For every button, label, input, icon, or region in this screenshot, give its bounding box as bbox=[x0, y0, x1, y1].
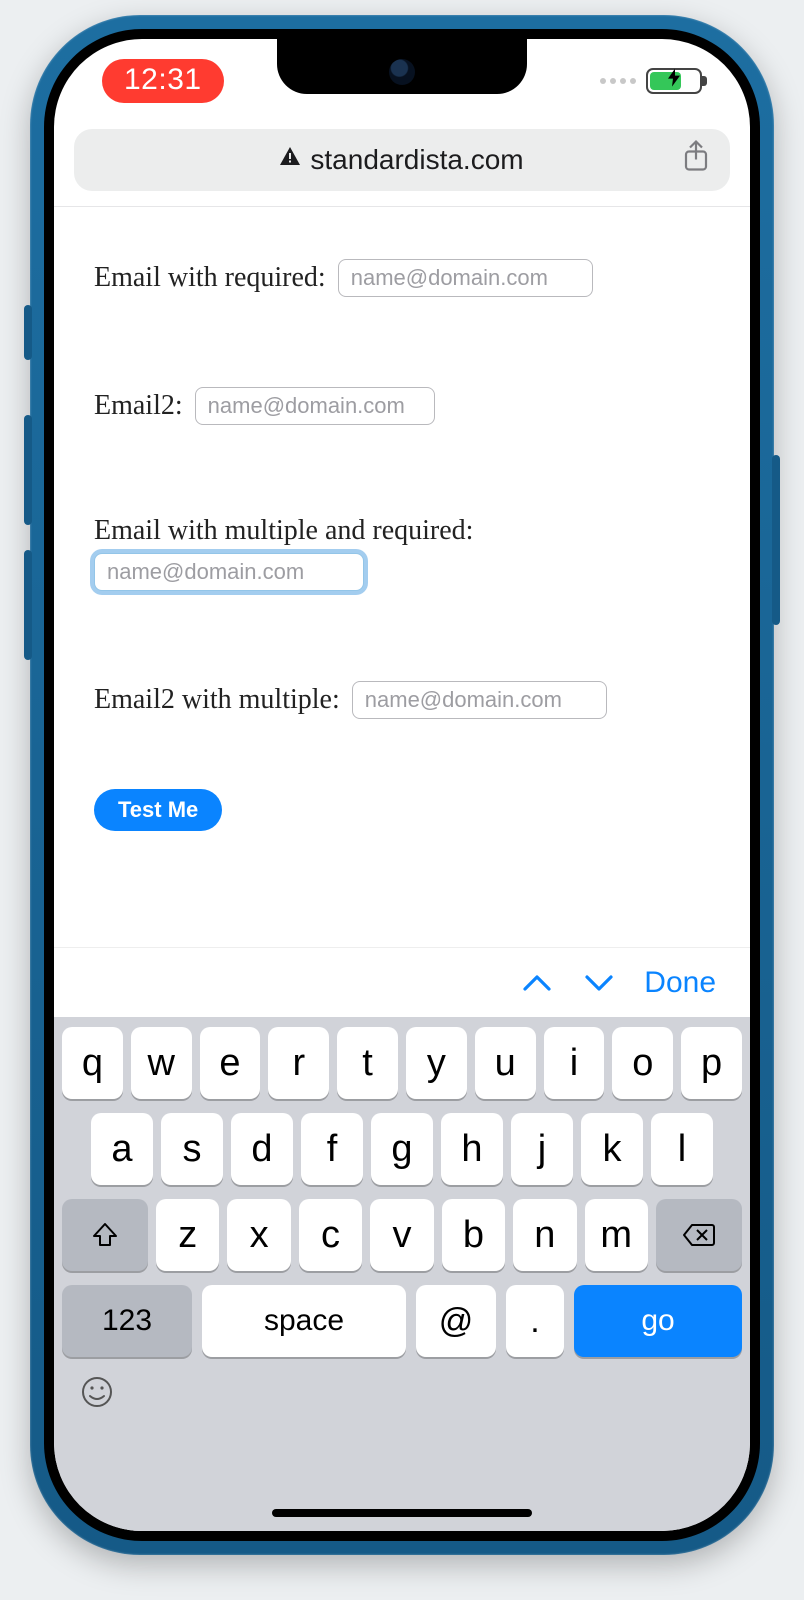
share-icon[interactable] bbox=[682, 140, 710, 181]
key-backspace[interactable] bbox=[656, 1199, 742, 1271]
key-h[interactable]: h bbox=[441, 1113, 503, 1185]
submit-button[interactable]: Test Me bbox=[94, 789, 222, 831]
input-email-multiple-required[interactable] bbox=[94, 553, 364, 591]
key-w[interactable]: w bbox=[131, 1027, 192, 1099]
status-right bbox=[600, 68, 702, 94]
battery-icon bbox=[646, 68, 702, 94]
status-time-recording[interactable]: 12:31 bbox=[102, 59, 224, 103]
prev-field-button[interactable] bbox=[520, 966, 554, 1000]
toolbar-divider bbox=[54, 206, 750, 207]
key-c[interactable]: c bbox=[299, 1199, 362, 1271]
key-at[interactable]: @ bbox=[416, 1285, 496, 1357]
key-q[interactable]: q bbox=[62, 1027, 123, 1099]
keyboard-done-button[interactable]: Done bbox=[644, 966, 716, 1000]
key-i[interactable]: i bbox=[544, 1027, 605, 1099]
cellular-dots-icon bbox=[600, 78, 636, 84]
key-shift[interactable] bbox=[62, 1199, 148, 1271]
label-email-multiple-required: Email with multiple and required: bbox=[94, 515, 710, 547]
key-l[interactable]: l bbox=[651, 1113, 713, 1185]
keyboard-accessory-bar: Done bbox=[54, 947, 750, 1017]
key-numbers[interactable]: 123 bbox=[62, 1285, 192, 1357]
key-f[interactable]: f bbox=[301, 1113, 363, 1185]
key-t[interactable]: t bbox=[337, 1027, 398, 1099]
keyboard-row-4: 123 space @ . go bbox=[62, 1285, 742, 1357]
key-n[interactable]: n bbox=[513, 1199, 576, 1271]
key-z[interactable]: z bbox=[156, 1199, 219, 1271]
key-v[interactable]: v bbox=[370, 1199, 433, 1271]
next-field-button[interactable] bbox=[582, 966, 616, 1000]
address-bar[interactable]: standardista.com bbox=[74, 129, 730, 191]
keyboard-footer bbox=[62, 1369, 742, 1418]
field-email2-multiple: Email2 with multiple: bbox=[94, 681, 710, 719]
key-p[interactable]: p bbox=[681, 1027, 742, 1099]
key-go[interactable]: go bbox=[574, 1285, 742, 1357]
field-email-required: Email with required: bbox=[94, 259, 710, 297]
volume-up-button[interactable] bbox=[24, 415, 32, 525]
input-email-required[interactable] bbox=[338, 259, 593, 297]
input-email2[interactable] bbox=[195, 387, 435, 425]
key-k[interactable]: k bbox=[581, 1113, 643, 1185]
key-y[interactable]: y bbox=[406, 1027, 467, 1099]
label-email2-multiple: Email2 with multiple: bbox=[94, 684, 340, 716]
key-o[interactable]: o bbox=[612, 1027, 673, 1099]
mute-switch[interactable] bbox=[24, 305, 32, 360]
input-email2-multiple[interactable] bbox=[352, 681, 607, 719]
volume-down-button[interactable] bbox=[24, 550, 32, 660]
key-j[interactable]: j bbox=[511, 1113, 573, 1185]
keyboard-row-1: q w e r t y u i o p bbox=[62, 1027, 742, 1099]
field-email2: Email2: bbox=[94, 387, 710, 425]
keyboard-row-3: z x c v b n m bbox=[62, 1199, 742, 1271]
field-email-multiple-required: Email with multiple and required: bbox=[94, 515, 710, 591]
label-email2: Email2: bbox=[94, 390, 183, 422]
address-bar-domain: standardista.com bbox=[310, 144, 523, 176]
home-indicator[interactable] bbox=[272, 1509, 532, 1517]
key-a[interactable]: a bbox=[91, 1113, 153, 1185]
key-r[interactable]: r bbox=[268, 1027, 329, 1099]
key-dot[interactable]: . bbox=[506, 1285, 564, 1357]
phone-notch bbox=[277, 39, 527, 94]
key-m[interactable]: m bbox=[585, 1199, 648, 1271]
key-e[interactable]: e bbox=[200, 1027, 261, 1099]
key-s[interactable]: s bbox=[161, 1113, 223, 1185]
key-x[interactable]: x bbox=[227, 1199, 290, 1271]
key-d[interactable]: d bbox=[231, 1113, 293, 1185]
phone-bezel: 12:31 standardista. bbox=[44, 29, 760, 1541]
key-b[interactable]: b bbox=[442, 1199, 505, 1271]
keyboard-row-2: a s d f g h j k l bbox=[62, 1113, 742, 1185]
software-keyboard: q w e r t y u i o p a s d f g h bbox=[54, 1017, 750, 1531]
browser-toolbar: standardista.com bbox=[74, 129, 730, 191]
key-g[interactable]: g bbox=[371, 1113, 433, 1185]
key-space[interactable]: space bbox=[202, 1285, 406, 1357]
phone-frame: 12:31 standardista. bbox=[30, 15, 774, 1555]
phone-screen: 12:31 standardista. bbox=[54, 39, 750, 1531]
label-email-required: Email with required: bbox=[94, 262, 326, 294]
power-button[interactable] bbox=[772, 455, 780, 625]
key-u[interactable]: u bbox=[475, 1027, 536, 1099]
not-secure-icon bbox=[280, 147, 300, 171]
charging-bolt-icon bbox=[668, 69, 680, 92]
emoji-key[interactable] bbox=[80, 1375, 114, 1418]
